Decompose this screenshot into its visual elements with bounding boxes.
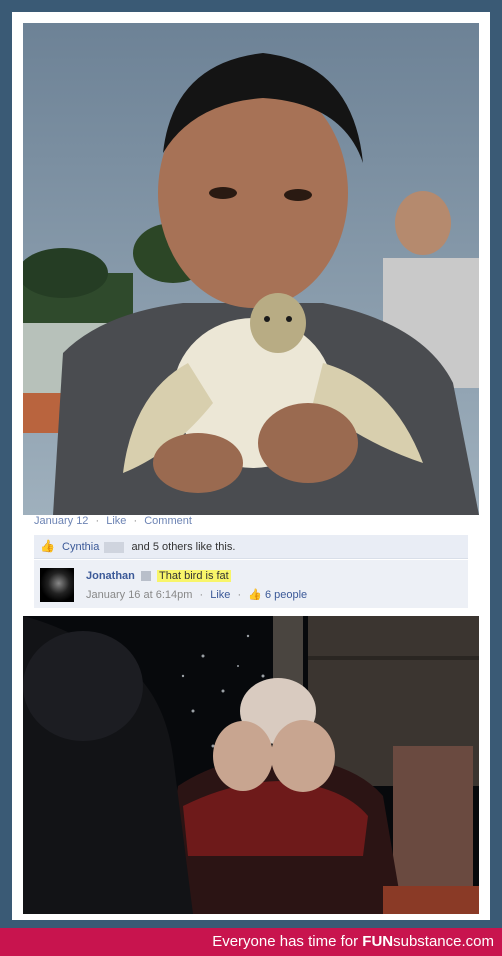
redacted-surname [140,571,151,582]
boy-with-turtle-photo [23,23,479,515]
post-date[interactable]: January 12 [34,515,88,527]
footer-tagline[interactable]: Everyone has time for FUNsubstance.com [212,933,494,950]
likes-text: and 5 others like this. [131,541,236,553]
comment-timestamp: January 16 at 6:14pm [86,589,193,601]
like-link[interactable]: Like [106,515,126,527]
meme-card: January 12 · Like · Comment 👍 Cynthia an… [12,12,490,920]
avatar[interactable] [40,568,74,602]
comment: Jonathan That bird is fat January 16 at … [34,560,468,608]
thumbs-up-icon: 👍 [248,589,262,601]
separator: · [237,589,242,601]
tagline-prefix: Everyone has time for [212,933,363,950]
thumbs-up-icon: 👍 [40,539,55,553]
post-meta: January 12 · Like · Comment [34,515,192,527]
brand-rest: substance.com [393,933,494,950]
comment-likes-count[interactable]: 6 people [265,589,307,601]
brand-bold: FUN [362,933,394,950]
comment-author[interactable]: Jonathan [86,570,135,582]
comment-text: That bird is fat [157,570,231,582]
redacted-surname [104,541,125,553]
liker-name[interactable]: Cynthia [62,541,99,553]
footer-bar: Everyone has time for FUNsubstance.com [0,928,502,956]
comment-link[interactable]: Comment [144,515,192,527]
facepalm-scene-image [23,616,479,914]
comment-like-link[interactable]: Like [210,589,230,601]
likes-summary: 👍 Cynthia and 5 others like this. [34,535,468,559]
separator: · [95,515,100,527]
separator: · [199,589,204,601]
separator: · [133,515,138,527]
